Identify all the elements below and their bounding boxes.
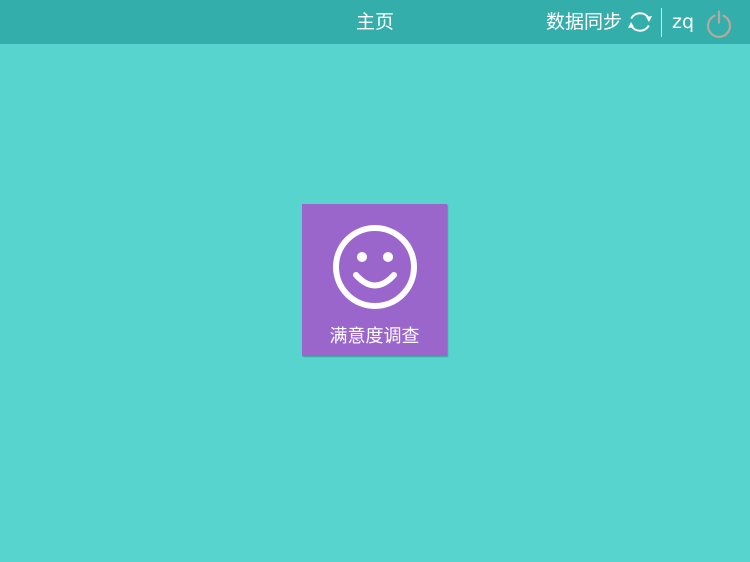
header-divider — [661, 8, 662, 37]
data-sync-button[interactable]: 数据同步 — [546, 0, 654, 44]
username: zq — [672, 11, 695, 33]
sync-label: 数据同步 — [546, 11, 623, 33]
sync-icon[interactable] — [626, 8, 654, 36]
power-icon[interactable] — [704, 8, 734, 38]
top-bar: 主页 数据同步 zq — [0, 0, 750, 44]
tile-label: 满意度调查 — [329, 326, 420, 347]
satisfaction-survey-tile[interactable]: 满意度调查 — [302, 204, 447, 356]
smiley-icon — [333, 225, 417, 309]
